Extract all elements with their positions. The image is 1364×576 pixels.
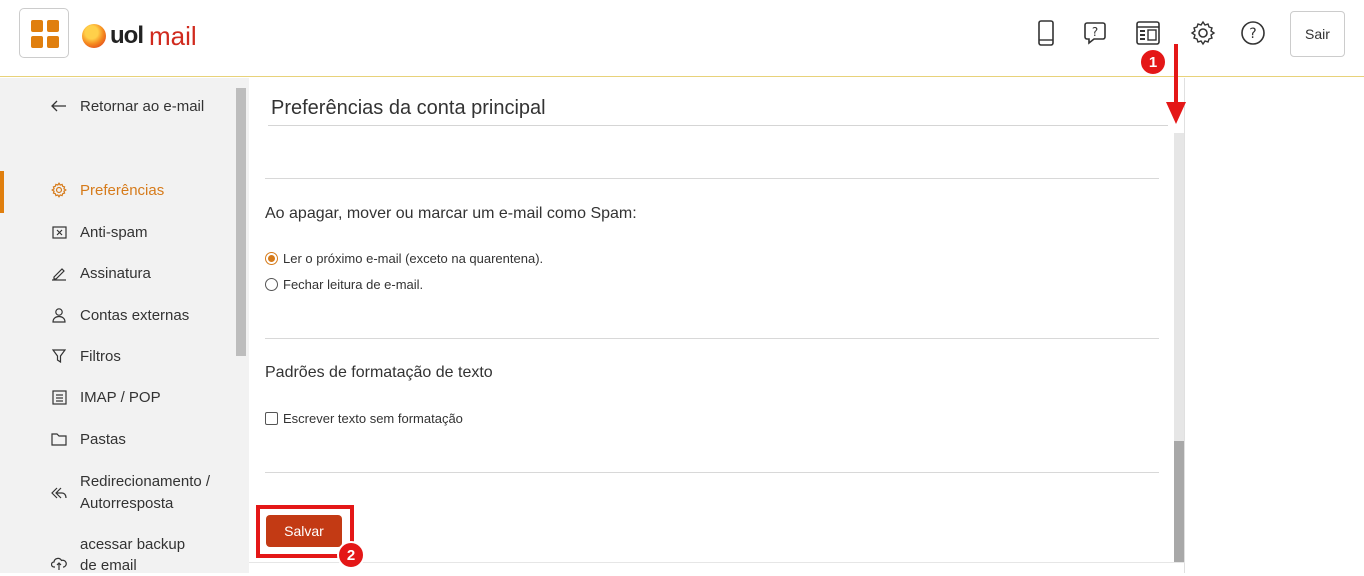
sidebar-item-anti-spam[interactable]: Anti-spam [50,223,148,241]
label-line: Redirecionamento / [80,473,211,490]
arrow-left-icon [50,97,68,115]
section-divider [265,178,1159,179]
sidebar-item-label: Redirecionamento / Autorresposta [80,471,210,515]
gear-icon [50,181,68,199]
mobile-icon[interactable] [1033,19,1059,47]
radio-close-reading[interactable] [265,278,278,291]
imap-icon [50,388,68,406]
annotation-arrow [1174,44,1178,104]
panel-border [249,562,1185,563]
option-read-next[interactable]: Ler o próximo e-mail (exceto na quarente… [265,251,543,266]
section-divider [265,338,1159,339]
grid-square-icon [47,20,59,32]
grid-square-icon [47,36,59,48]
sidebar-item-label: Filtros [80,347,121,365]
grid-square-icon [31,20,43,32]
sidebar-item-label: Assinatura [80,264,151,282]
label-line: de email [80,557,137,574]
label-line: Autorresposta [80,495,174,512]
sidebar-item-label: IMAP / POP [80,388,161,406]
save-button[interactable]: Salvar [266,515,342,547]
spam-section-title: Ao apagar, mover ou marcar um e-mail com… [265,205,637,222]
folder-icon [50,430,68,448]
reply-all-icon [50,484,68,502]
gear-icon[interactable] [1190,19,1216,47]
filter-icon [50,347,68,365]
question-icon[interactable]: ? [1240,19,1266,47]
sidebar-item-pastas[interactable]: Pastas [50,430,126,448]
radio-read-next[interactable] [265,252,278,265]
annotation-arrow-head [1166,102,1186,124]
back-to-email-link[interactable]: Retornar ao e-mail [50,97,204,115]
apps-menu-button[interactable] [19,8,69,58]
sidebar-item-redirecionamento[interactable]: Redirecionamento / Autorresposta [50,471,210,515]
uol-ball-icon [82,24,106,48]
option-label: Fechar leitura de e-mail. [283,277,424,292]
preferences-panel [249,78,1185,573]
cloud-icon [50,554,68,572]
uol-mail-logo[interactable]: uol mail [82,21,197,51]
logout-button[interactable]: Sair [1290,11,1345,57]
annotation-badge-1: 1 [1139,48,1167,76]
checkbox-plain-text[interactable] [265,412,278,425]
sidebar-item-backup[interactable]: acessar backup de email [50,534,185,576]
svg-text:?: ? [1092,25,1098,39]
option-label: Ler o próximo e-mail (exceto na quarente… [283,251,544,266]
grid-square-icon [31,36,43,48]
format-section-title: Padrões de formatação de texto [265,364,493,381]
option-label: Escrever texto sem formatação [283,411,463,426]
active-indicator [0,171,4,213]
option-close-reading[interactable]: Fechar leitura de e-mail. [265,277,423,292]
sidebar-scrollbar[interactable] [236,88,246,356]
spam-box-icon [50,223,68,241]
sidebar-item-preferencias[interactable]: Preferências [50,181,164,199]
panel-border [1184,78,1185,573]
back-label: Retornar ao e-mail [80,97,205,115]
logo-mail-text: mail [149,20,197,51]
signature-pen-icon [50,264,68,282]
label-line: acessar backup [80,536,186,553]
logo-uol-text: uol [110,22,144,49]
sidebar-item-label: acessar backup de email [80,534,185,576]
title-divider [268,125,1168,126]
sidebar-item-label: Pastas [80,430,126,448]
sidebar-item-contas-externas[interactable]: Contas externas [50,306,189,324]
option-plain-text[interactable]: Escrever texto sem formatação [265,411,463,426]
content-scrollbar-thumb[interactable] [1174,441,1184,563]
sidebar-item-assinatura[interactable]: Assinatura [50,264,151,282]
sidebar-item-label: Anti-spam [80,223,148,241]
annotation-badge-2: 2 [337,541,365,569]
sidebar-item-label: Contas externas [80,306,190,324]
svg-text:?: ? [1249,26,1256,42]
help-chat-icon[interactable]: ? [1082,19,1108,47]
sidebar-item-label: Preferências [80,181,165,199]
user-icon [50,306,68,324]
sidebar-item-imap-pop[interactable]: IMAP / POP [50,388,161,406]
sidebar-item-filtros[interactable]: Filtros [50,347,121,365]
layout-icon[interactable] [1135,19,1161,47]
page-title: Preferências da conta principal [271,97,546,119]
section-divider [265,472,1159,473]
